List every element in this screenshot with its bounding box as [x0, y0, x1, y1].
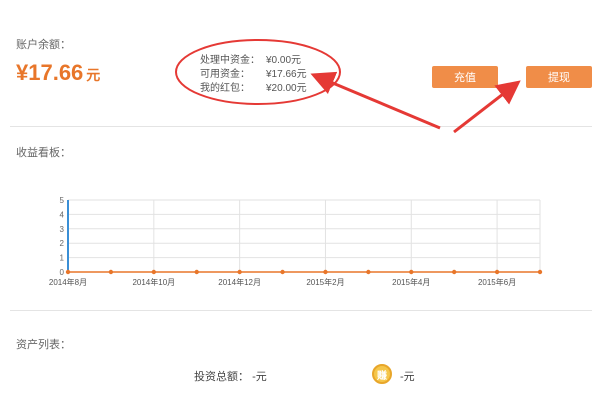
processing-funds-value: ¥0.00元 — [266, 55, 302, 66]
red-packet-label: 我的红包： — [200, 83, 250, 94]
processing-funds-row: 处理中资金： ¥0.00元 — [200, 54, 307, 68]
chart-point — [366, 269, 371, 275]
available-funds-row: 可用资金： ¥17.66元 — [200, 68, 307, 82]
chart-y-tick-label: 5 — [60, 196, 65, 205]
chart-point — [280, 269, 285, 275]
chart-y-tick-label: 4 — [60, 210, 65, 219]
earnings-label: 收益看板： — [16, 147, 71, 159]
balance-amount: ¥17.66 元 — [16, 60, 100, 86]
chart-axes — [67, 200, 540, 273]
funds-summary: 处理中资金： ¥0.00元 可用资金： ¥17.66元 我的红包： ¥20.00… — [200, 54, 307, 96]
chart-point — [451, 269, 457, 275]
recharge-button[interactable]: 充值 — [432, 66, 498, 88]
assets-label: 资产列表： — [16, 339, 71, 351]
chart-point — [108, 269, 114, 275]
invest-total: 投资总额： -元 — [194, 368, 267, 384]
annotation-arrow-right — [453, 80, 521, 134]
red-packet-value: ¥20.00元 — [266, 83, 307, 94]
earn-coin-icon: 赚 — [372, 364, 392, 384]
chart-grid — [67, 199, 541, 273]
withdraw-button[interactable]: 提现 — [526, 66, 592, 88]
chart-x-tick-label: 2015年2月 — [306, 277, 344, 287]
available-funds-value: ¥17.66元 — [266, 69, 307, 80]
annotation-arrow-left — [310, 71, 441, 130]
divider-top — [10, 126, 592, 127]
chart-point — [194, 269, 199, 275]
balance-label: 账户余额： — [16, 39, 71, 51]
chart-y-tick-label: 2 — [60, 239, 65, 248]
invest-total-value: -元 — [252, 371, 267, 383]
chart-point — [151, 269, 157, 275]
earnings-chart: 012345 2014年8月 2014年10月 2014年12月 2015年2月 201… — [49, 196, 543, 287]
chart-series — [65, 269, 543, 275]
invest-total-label: 投资总额： — [194, 371, 249, 383]
divider-bottom — [10, 310, 592, 311]
chart-x-tick-label: 2015年4月 — [392, 277, 430, 287]
chart-point — [537, 269, 543, 275]
earn-value: -元 — [400, 371, 415, 383]
chart-point — [237, 269, 242, 275]
chart-x-tick-label: 2014年8月 — [49, 277, 87, 287]
processing-funds-label: 处理中资金： — [200, 55, 260, 66]
chart-y-tick-label: 3 — [60, 225, 65, 234]
chart-x-ticks: 2014年8月 2014年10月 2014年12月 2015年2月 2015年4月 201… — [49, 277, 516, 287]
red-packet-row: 我的红包： ¥20.00元 — [200, 82, 307, 96]
chart-y-tick-label: 0 — [60, 268, 65, 277]
chart-point — [65, 269, 71, 275]
balance-unit: 元 — [86, 67, 101, 83]
available-funds-label: 可用资金： — [200, 69, 250, 80]
chart-point — [494, 269, 500, 275]
chart-x-tick-label: 2014年12月 — [218, 277, 261, 287]
chart-y-tick-label: 1 — [60, 254, 65, 263]
chart-x-tick-label: 2014年10月 — [132, 277, 175, 287]
balance-value: ¥17.66 — [16, 60, 84, 85]
chart-y-ticks: 0 1 2 3 4 5 — [60, 196, 65, 277]
chart-point — [323, 269, 328, 275]
chart-x-tick-label: 2015年6月 — [478, 277, 516, 287]
chart-point — [409, 269, 414, 275]
